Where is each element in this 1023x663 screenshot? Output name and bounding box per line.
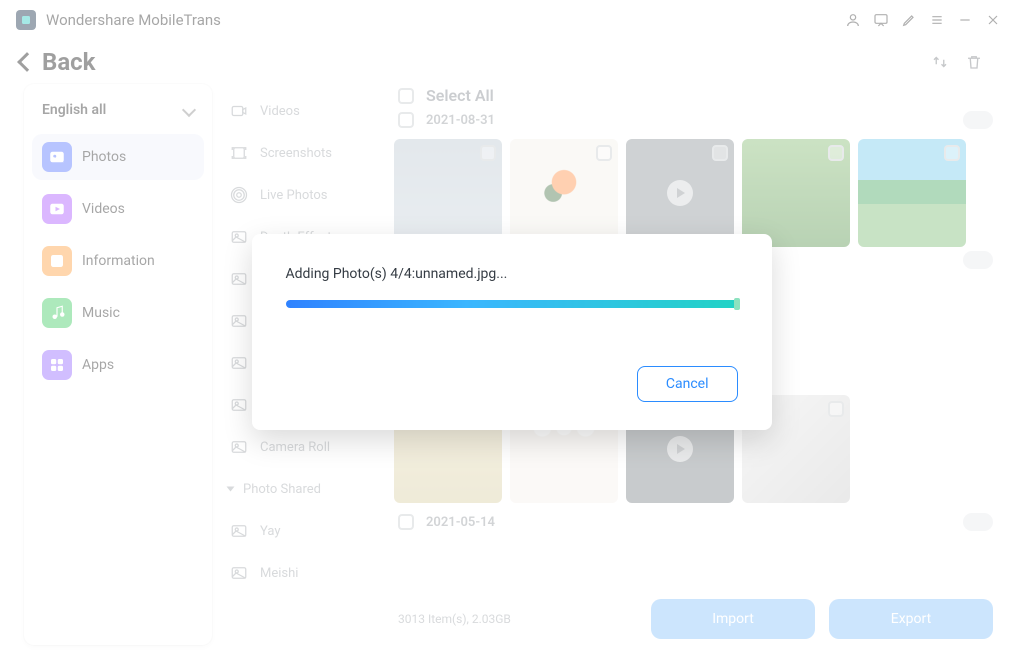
modal-overlay: Adding Photo(s) 4/4:unnamed.jpg... Cance… xyxy=(0,0,1023,663)
progress-bar xyxy=(286,300,738,308)
cancel-button[interactable]: Cancel xyxy=(637,366,738,402)
cancel-label: Cancel xyxy=(666,376,709,392)
progress-message: Adding Photo(s) 4/4:unnamed.jpg... xyxy=(286,266,738,282)
progress-modal: Adding Photo(s) 4/4:unnamed.jpg... Cance… xyxy=(252,234,772,430)
